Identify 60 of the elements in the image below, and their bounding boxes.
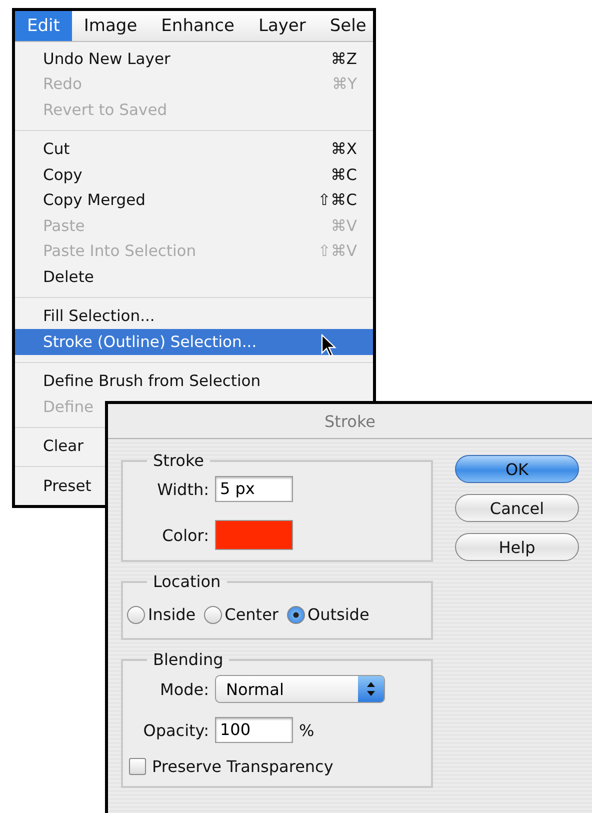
dialog-button[interactable]: Cancel: [455, 494, 579, 522]
menu-item[interactable]: Delete: [15, 264, 373, 290]
color-swatch[interactable]: [215, 520, 293, 550]
menu-bar-item[interactable]: Edit: [15, 11, 72, 41]
width-field[interactable]: 5 px: [215, 476, 293, 502]
radio-button[interactable]: [286, 606, 304, 624]
opacity-field[interactable]: 100: [215, 717, 293, 743]
menu-item-label: Define: [43, 398, 94, 416]
color-label: Color:: [161, 526, 209, 544]
checkbox-label: Preserve Transparency: [152, 757, 334, 776]
menu-item-label: Undo New Layer: [43, 50, 170, 68]
shortcut-label: ⇧⌘C: [318, 191, 357, 210]
dialog-button[interactable]: Help: [455, 533, 579, 561]
menu-item-label: Copy Merged: [43, 191, 146, 210]
group-legend: Blending: [147, 650, 230, 669]
pointer-icon: [321, 334, 337, 358]
menu-item[interactable]: Fill Selection...: [15, 304, 373, 329]
radio-label: Inside: [148, 605, 196, 624]
radio-label: Outside: [308, 605, 370, 624]
menu-item-label: Paste Into Selection: [43, 242, 196, 260]
stepper-arrows-icon: [358, 676, 384, 702]
menu-item[interactable]: Define Brush from Selection: [15, 368, 373, 394]
menu-item-label: Revert to Saved: [43, 100, 168, 119]
menu-bar-item[interactable]: Layer: [246, 11, 318, 41]
group-legend: Location: [147, 572, 227, 591]
menu-item[interactable]: Copy Merged ⇧⌘C: [15, 188, 373, 213]
shortcut-label: ⌘C: [330, 166, 357, 184]
opacity-label: Opacity:: [142, 720, 209, 740]
menu-bar-item[interactable]: Image: [72, 11, 150, 41]
menu-item[interactable]: Undo New Layer ⌘Z: [15, 46, 373, 72]
menu-item[interactable]: Stroke (Outline) Selection...: [15, 329, 373, 354]
menu-item-label: Stroke (Outline) Selection...: [43, 332, 257, 351]
shortcut-label: ⌘X: [330, 140, 357, 158]
shortcut-label: ⌘Y: [332, 75, 357, 94]
menu-item-label: Fill Selection...: [43, 307, 155, 326]
mode-label: Mode:: [159, 680, 209, 698]
dialog-title: Stroke: [108, 404, 592, 439]
menu-item-label: Clear: [43, 437, 84, 456]
menu-bar-item[interactable]: Sele: [318, 11, 373, 41]
radio-button[interactable]: [204, 606, 222, 624]
menu-item-label: Cut: [43, 140, 70, 158]
menu-item[interactable]: Cut ⌘X: [15, 136, 373, 162]
radio-button[interactable]: [127, 606, 145, 624]
shortcut-label: ⌘V: [330, 216, 357, 235]
dialog-button[interactable]: OK: [455, 455, 579, 483]
checkbox[interactable]: [129, 758, 146, 775]
menu-bar-item[interactable]: Enhance: [149, 11, 246, 41]
width-label: Width:: [156, 480, 209, 498]
menu-item-label: Paste: [43, 216, 85, 235]
shortcut-label: ⌘Z: [330, 50, 357, 68]
menu-item-label: Delete: [43, 268, 94, 286]
radio-label: Center: [224, 605, 278, 624]
menu-item[interactable]: Copy ⌘C: [15, 162, 373, 188]
menu-item-label: Copy: [43, 166, 82, 184]
percent-label: %: [299, 720, 314, 740]
shortcut-label: ⇧⌘V: [318, 242, 357, 260]
group-legend: Stroke: [147, 451, 210, 470]
menu-item-label: Redo: [43, 75, 82, 94]
mode-dropdown[interactable]: Normal: [215, 675, 385, 703]
menu-item-label: Define Brush from Selection: [43, 372, 261, 390]
